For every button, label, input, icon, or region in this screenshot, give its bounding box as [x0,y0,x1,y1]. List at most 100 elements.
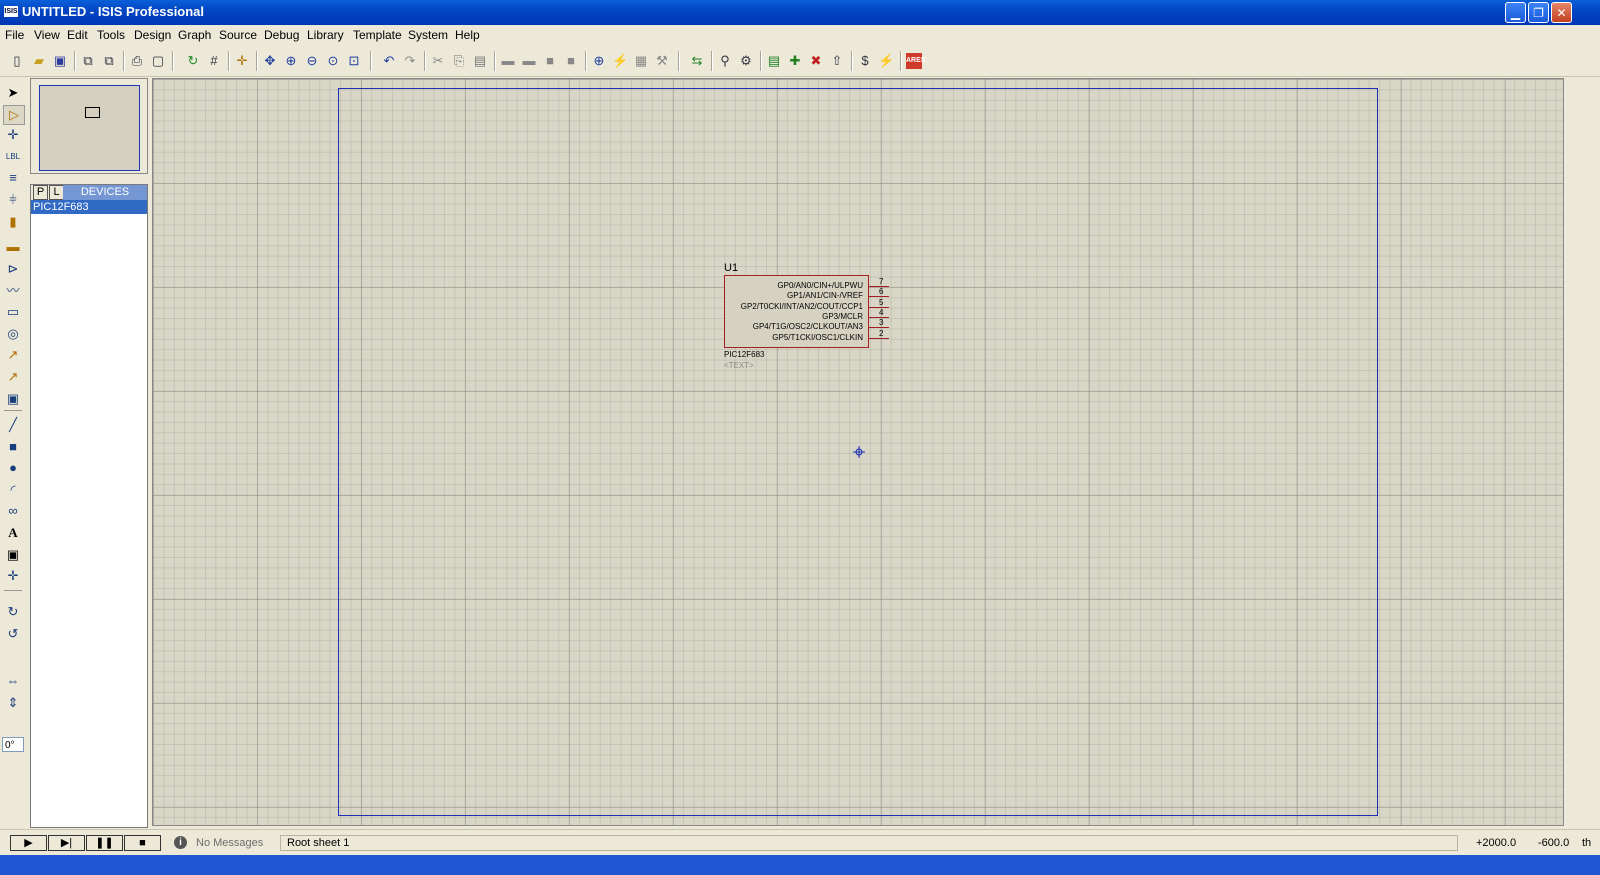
property-assign-icon[interactable]: ⚙ [738,53,754,69]
text-script-icon[interactable]: ≡ [3,169,23,187]
erc-icon[interactable]: ⚡ [878,53,894,69]
print-icon[interactable]: ⎙ [129,53,145,69]
make-device-icon[interactable]: ⚡ [612,53,628,69]
pin-line[interactable] [869,296,889,297]
zoom-all-icon[interactable]: ⊙ [325,53,341,69]
zoom-area-icon[interactable]: ⊡ [346,53,362,69]
menu-view[interactable]: View [34,28,60,42]
line-icon[interactable]: ╱ [3,416,23,434]
menu-source[interactable]: Source [219,28,257,42]
arc-icon[interactable]: ◜ [3,481,23,499]
play-button[interactable]: ▶ [10,835,47,851]
menu-template[interactable]: Template [353,28,402,42]
menu-file[interactable]: File [5,28,24,42]
overview-viewport[interactable] [85,107,100,118]
close-button[interactable]: ✕ [1551,2,1572,23]
wire-label-icon[interactable]: LBL [3,148,23,166]
block-move-icon[interactable]: ▬ [521,53,537,69]
device-pins-icon[interactable]: ⊳ [3,260,23,278]
save-icon[interactable]: ▣ [52,53,68,69]
menu-library[interactable]: Library [307,28,344,42]
menu-system[interactable]: System [408,28,448,42]
list-item-device[interactable]: PIC12F683 [31,200,147,214]
graph-icon[interactable]: 〰 [3,282,23,300]
cut-icon[interactable]: ✂ [430,53,446,69]
block-delete-icon[interactable]: ■ [563,53,579,69]
step-button[interactable]: ▶| [48,835,85,851]
decompose-icon[interactable]: ⚒ [654,53,670,69]
marker-icon[interactable]: ✛ [3,567,23,585]
rotate-cw-icon[interactable]: ↻ [3,603,23,621]
window-title: UNTITLED - ISIS Professional [22,4,205,19]
mirror-y-icon[interactable]: ⇕ [3,694,23,712]
current-probe-icon[interactable]: ↗ [3,368,23,386]
menu-tools[interactable]: Tools [97,28,125,42]
menu-edit[interactable]: Edit [67,28,88,42]
schematic-canvas[interactable]: U1 GP0/AN0/CIN+/ULPWU GP1/AN1/CIN-/VREF … [152,78,1564,826]
ares-icon[interactable]: ARES [906,53,925,69]
packaging-icon[interactable]: ▦ [633,53,649,69]
block-copy-icon[interactable]: ▬ [500,53,516,69]
wire-autorouter-icon[interactable]: ⇆ [689,53,705,69]
grid-icon[interactable]: # [206,53,222,69]
component-body[interactable]: GP0/AN0/CIN+/ULPWU GP1/AN1/CIN-/VREF GP2… [724,275,869,348]
virtual-instruments-icon[interactable]: ▣ [3,390,23,408]
add-sheet-icon[interactable]: ✚ [787,53,803,69]
subcircuit-icon[interactable]: ▮ [3,213,23,231]
pause-button[interactable]: ❚❚ [86,835,123,851]
block-rotate-icon[interactable]: ■ [542,53,558,69]
open-icon[interactable]: ▰ [31,53,47,69]
library-manager-button[interactable]: L [49,185,64,200]
pin-number: 2 [879,329,884,338]
symbol-icon[interactable]: ▣ [3,546,23,564]
print-area-icon[interactable]: ▢ [150,53,166,69]
menu-help[interactable]: Help [455,28,480,42]
generator-icon[interactable]: ◎ [3,325,23,343]
import-icon[interactable]: ⧉ [80,53,96,69]
exit-parent-icon[interactable]: ⇧ [829,53,845,69]
rotation-angle-field[interactable]: 0° [2,737,24,752]
pan-icon[interactable]: ✥ [262,53,278,69]
search-tag-icon[interactable]: ⚲ [717,53,733,69]
menu-design[interactable]: Design [134,28,171,42]
undo-icon[interactable]: ↶ [381,53,397,69]
pick-devices-button[interactable]: P [33,185,48,200]
menu-debug[interactable]: Debug [264,28,299,42]
stop-button[interactable]: ■ [124,835,161,851]
pick-device-icon[interactable]: ⊕ [591,53,607,69]
refresh-icon[interactable]: ↻ [185,53,201,69]
selection-mode-icon[interactable]: ➤ [3,84,23,102]
pin-line[interactable] [869,338,889,339]
component-mode-icon[interactable]: ▷ [3,105,25,125]
menu-graph[interactable]: Graph [178,28,211,42]
voltage-probe-icon[interactable]: ↗ [3,346,23,364]
rotate-ccw-icon[interactable]: ↺ [3,625,23,643]
overview-window[interactable] [30,78,148,174]
restore-button[interactable]: ❐ [1528,2,1549,23]
terminals-icon[interactable]: ▬ [3,238,23,256]
origin-icon[interactable]: ✛ [234,53,250,69]
bom-icon[interactable]: $ [857,53,873,69]
paste-icon[interactable]: ▤ [472,53,488,69]
new-icon[interactable]: ▯ [9,53,25,69]
redo-icon[interactable]: ↷ [402,53,418,69]
remove-sheet-icon[interactable]: ✖ [808,53,824,69]
text-icon[interactable]: A [3,524,23,542]
new-sheet-icon[interactable]: ▤ [766,53,782,69]
bus-icon[interactable]: ⫩ [3,191,23,209]
component-reference[interactable]: U1 [724,262,738,274]
mirror-x-icon[interactable]: ⇔ [3,672,23,690]
copy-icon[interactable]: ⎘ [451,53,467,69]
circle-icon[interactable]: ● [3,459,23,477]
export-icon[interactable]: ⧉ [101,53,117,69]
minimize-button[interactable]: ▁ [1505,2,1526,23]
messages-indicator[interactable]: i No Messages [172,835,268,851]
tape-recorder-icon[interactable]: ▭ [3,303,23,321]
zoom-out-icon[interactable]: ⊖ [304,53,320,69]
junction-icon[interactable]: ✛ [3,126,23,144]
pin-line[interactable] [869,327,889,328]
box-icon[interactable]: ■ [3,438,23,456]
zoom-in-icon[interactable]: ⊕ [283,53,299,69]
component-value[interactable]: PIC12F683 [724,350,764,359]
path-icon[interactable]: ∞ [3,502,23,520]
